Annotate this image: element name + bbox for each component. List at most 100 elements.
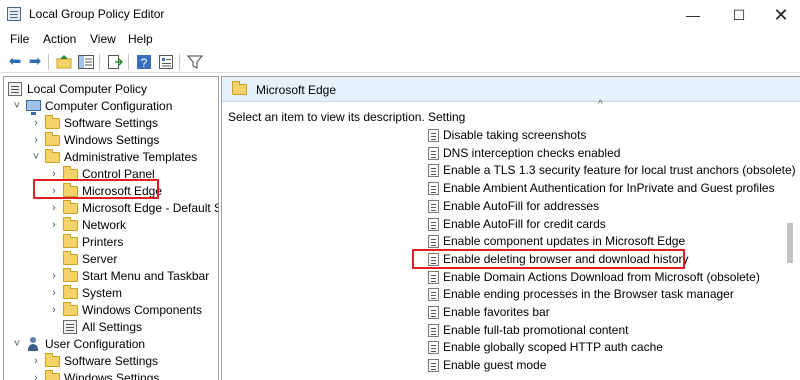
- menu-file[interactable]: File: [10, 32, 29, 46]
- tree-item-label: Administrative Templates: [64, 150, 198, 164]
- help-icon[interactable]: ?: [135, 53, 153, 71]
- description-text: Select an item to view its description.: [228, 110, 425, 124]
- setting-label: Enable Ambient Authentication for InPriv…: [443, 181, 775, 196]
- setting-label: Enable globally scoped HTTP auth cache: [443, 340, 663, 355]
- folder-icon: [63, 234, 78, 248]
- chevron-down-icon[interactable]: ˅: [31, 149, 41, 166]
- tree-item-label: Windows Settings: [64, 371, 160, 380]
- policy-setting-icon: [428, 359, 439, 373]
- policy-setting-icon: [428, 146, 439, 160]
- highlight-setting: [412, 249, 685, 269]
- window-title: Local Group Policy Editor: [29, 7, 165, 21]
- chevron-right-icon[interactable]: ›: [31, 132, 41, 149]
- up-folder-icon[interactable]: [55, 53, 73, 71]
- toolbar: ⬅ ➡ ?: [0, 51, 800, 73]
- folder-icon: [45, 115, 60, 129]
- menu-bar: File Action View Help: [0, 30, 800, 50]
- title-bar: Local Group Policy Editor — ☐ ✕: [0, 0, 800, 30]
- tree-item-label: All Settings: [82, 320, 143, 334]
- user-icon: [26, 337, 41, 352]
- menu-view[interactable]: View: [90, 32, 116, 46]
- folder-icon: [45, 132, 60, 146]
- setting-label: Enable ending processes in the Browser t…: [443, 287, 734, 302]
- back-icon[interactable]: ⬅: [6, 53, 24, 71]
- policy-setting-icon: [428, 323, 439, 337]
- close-button[interactable]: ✕: [762, 0, 800, 30]
- settings-list-icon: [63, 320, 77, 334]
- policy-setting-icon: [428, 341, 439, 355]
- setting-label: Enable AutoFill for credit cards: [443, 216, 606, 231]
- tree-item-label: Server: [82, 252, 118, 266]
- folder-icon: [63, 285, 78, 299]
- folder-icon: [45, 353, 60, 367]
- toolbar-separator: [48, 54, 49, 70]
- setting-label: DNS interception checks enabled: [443, 145, 621, 160]
- tree-item-label: Software Settings: [64, 354, 159, 368]
- tree-item-label: Software Settings: [64, 116, 159, 130]
- forward-icon[interactable]: ➡: [26, 53, 44, 71]
- tree-item-label: Computer Configuration: [45, 99, 173, 113]
- details-header: Microsoft Edge: [222, 77, 800, 102]
- folder-icon: [63, 268, 78, 282]
- policy-setting-icon: [428, 199, 439, 213]
- tree-item-label: Network: [82, 218, 127, 232]
- policy-setting-icon: [428, 182, 439, 196]
- setting-label: Enable component updates in Microsoft Ed…: [443, 234, 686, 249]
- folder-icon: [45, 370, 60, 380]
- computer-icon: [26, 100, 41, 115]
- folder-icon: [45, 149, 60, 163]
- setting-label: Disable taking screenshots: [443, 128, 587, 142]
- scrollbar[interactable]: [784, 215, 796, 270]
- chevron-right-icon[interactable]: ›: [49, 302, 59, 319]
- toolbar-separator: [99, 54, 100, 70]
- policy-setting-icon: [428, 306, 439, 319]
- properties-icon[interactable]: [157, 53, 175, 71]
- policy-setting-icon: [428, 164, 439, 178]
- setting-label: Enable a TLS 1.3 security feature for lo…: [443, 163, 796, 178]
- tree-item-label: Printers: [82, 235, 124, 249]
- tree-item-label: Microsoft Edge - Default Settings: [82, 201, 218, 215]
- folder-icon: [63, 251, 78, 265]
- toolbar-separator: [179, 54, 180, 70]
- tree-item-label: Start Menu and Taskbar: [82, 269, 210, 283]
- chevron-right-icon[interactable]: ›: [49, 285, 59, 302]
- policy-setting-icon: [428, 288, 439, 302]
- setting-label: Enable AutoFill for addresses: [443, 198, 600, 213]
- tree-pane[interactable]: Local Computer Policy ˅ Computer Configur…: [3, 76, 219, 380]
- details-pane: Microsoft Edge Select an item to view it…: [221, 76, 800, 380]
- column-header-setting[interactable]: Setting: [428, 110, 465, 124]
- scroll-thumb[interactable]: [787, 223, 793, 263]
- export-list-icon[interactable]: [106, 53, 124, 71]
- menu-action[interactable]: Action: [43, 32, 76, 46]
- policy-setting-icon: [428, 129, 439, 142]
- chevron-right-icon[interactable]: ›: [49, 217, 59, 234]
- chevron-right-icon[interactable]: ›: [31, 115, 41, 132]
- toolbar-separator: [128, 54, 129, 70]
- setting-label: Enable full-tab promotional content: [443, 322, 629, 337]
- chevron-right-icon[interactable]: ›: [31, 353, 41, 370]
- details-title: Microsoft Edge: [256, 83, 337, 97]
- folder-icon: [63, 217, 78, 231]
- folder-icon: [232, 81, 247, 95]
- folder-icon: [63, 302, 78, 316]
- minimize-button[interactable]: —: [670, 0, 716, 30]
- filter-icon[interactable]: [186, 53, 204, 71]
- chevron-right-icon[interactable]: ›: [31, 370, 41, 380]
- chevron-down-icon[interactable]: ˅: [12, 98, 22, 115]
- maximize-button[interactable]: ☐: [716, 0, 762, 30]
- chevron-down-icon[interactable]: ˅: [12, 336, 22, 353]
- menu-help[interactable]: Help: [128, 32, 153, 46]
- show-hide-tree-icon[interactable]: [77, 53, 95, 71]
- chevron-right-icon[interactable]: ›: [49, 268, 59, 285]
- chevron-right-icon[interactable]: ›: [49, 200, 59, 217]
- folder-icon: [63, 200, 78, 214]
- policy-icon: [8, 82, 22, 96]
- sort-ascending-icon[interactable]: ^: [598, 99, 603, 110]
- policy-setting-icon: [428, 217, 439, 231]
- highlight-microsoft-edge: [33, 179, 159, 199]
- tree-item-label: Windows Components: [82, 303, 203, 317]
- policy-setting-icon: [428, 270, 439, 284]
- tree-item-label: System: [82, 286, 123, 300]
- policy-setting-icon: [428, 235, 439, 249]
- svg-text:?: ?: [141, 56, 148, 70]
